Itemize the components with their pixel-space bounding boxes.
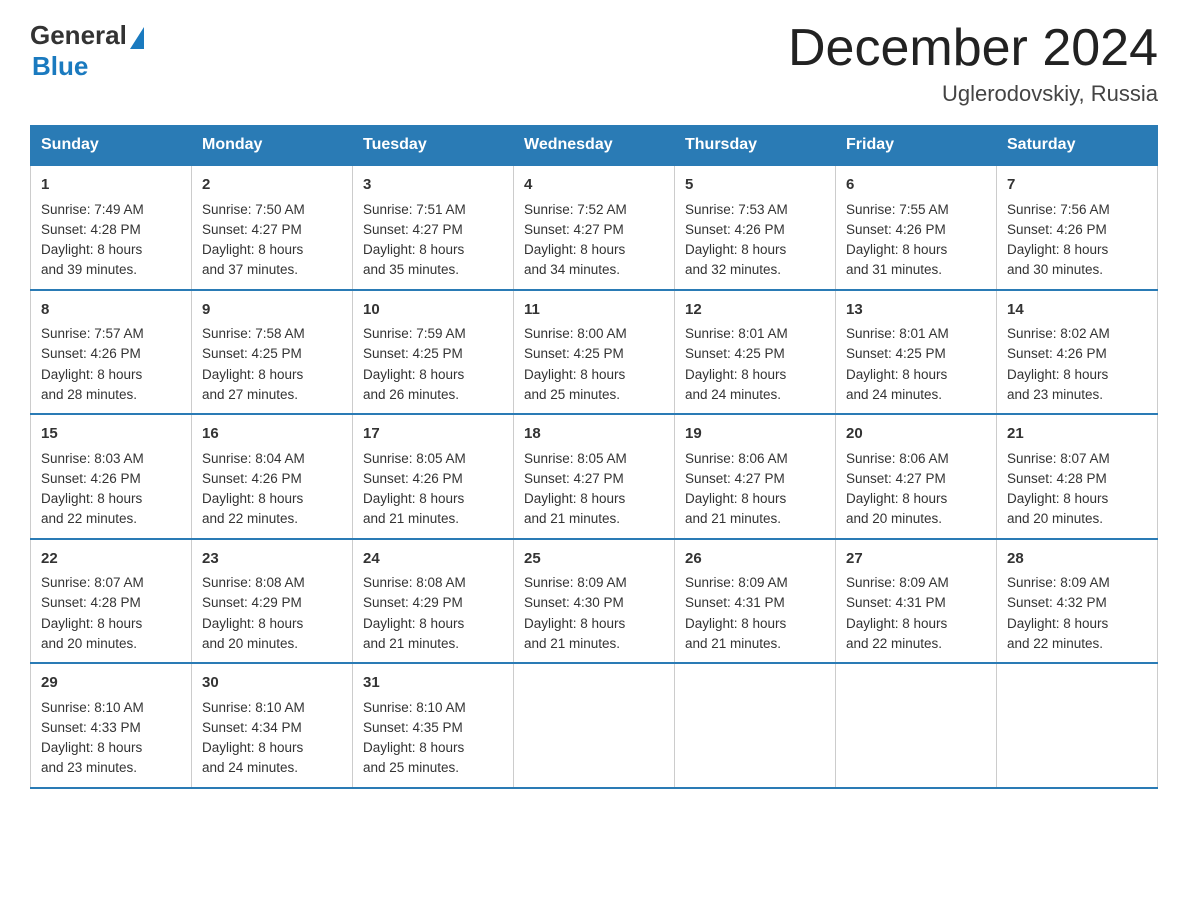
day-number: 3	[363, 174, 503, 197]
calendar-cell: 26Sunrise: 8:09 AMSunset: 4:31 PMDayligh…	[675, 539, 836, 664]
calendar-cell: 7Sunrise: 7:56 AMSunset: 4:26 PMDaylight…	[997, 165, 1158, 290]
calendar-cell: 27Sunrise: 8:09 AMSunset: 4:31 PMDayligh…	[836, 539, 997, 664]
header-thursday: Thursday	[675, 126, 836, 166]
header-sunday: Sunday	[31, 126, 192, 166]
day-number: 31	[363, 672, 503, 695]
calendar-cell	[514, 663, 675, 788]
header-tuesday: Tuesday	[353, 126, 514, 166]
location-text: Uglerodovskiy, Russia	[788, 81, 1158, 107]
calendar-cell: 19Sunrise: 8:06 AMSunset: 4:27 PMDayligh…	[675, 414, 836, 539]
day-number: 11	[524, 299, 664, 322]
day-number: 20	[846, 423, 986, 446]
day-number: 21	[1007, 423, 1147, 446]
calendar-cell: 21Sunrise: 8:07 AMSunset: 4:28 PMDayligh…	[997, 414, 1158, 539]
day-number: 19	[685, 423, 825, 446]
calendar-header-row: SundayMondayTuesdayWednesdayThursdayFrid…	[31, 126, 1158, 166]
header-friday: Friday	[836, 126, 997, 166]
calendar-week-row: 22Sunrise: 8:07 AMSunset: 4:28 PMDayligh…	[31, 539, 1158, 664]
day-number: 1	[41, 174, 181, 197]
day-number: 14	[1007, 299, 1147, 322]
calendar-cell	[836, 663, 997, 788]
calendar-week-row: 8Sunrise: 7:57 AMSunset: 4:26 PMDaylight…	[31, 290, 1158, 415]
day-number: 30	[202, 672, 342, 695]
day-number: 12	[685, 299, 825, 322]
day-number: 26	[685, 548, 825, 571]
calendar-cell: 10Sunrise: 7:59 AMSunset: 4:25 PMDayligh…	[353, 290, 514, 415]
day-number: 15	[41, 423, 181, 446]
calendar-cell: 16Sunrise: 8:04 AMSunset: 4:26 PMDayligh…	[192, 414, 353, 539]
calendar-cell: 9Sunrise: 7:58 AMSunset: 4:25 PMDaylight…	[192, 290, 353, 415]
calendar-cell: 13Sunrise: 8:01 AMSunset: 4:25 PMDayligh…	[836, 290, 997, 415]
calendar-week-row: 29Sunrise: 8:10 AMSunset: 4:33 PMDayligh…	[31, 663, 1158, 788]
calendar-cell: 25Sunrise: 8:09 AMSunset: 4:30 PMDayligh…	[514, 539, 675, 664]
day-number: 24	[363, 548, 503, 571]
calendar-cell: 11Sunrise: 8:00 AMSunset: 4:25 PMDayligh…	[514, 290, 675, 415]
day-number: 10	[363, 299, 503, 322]
logo-general-text: General	[30, 20, 127, 51]
logo: General Blue	[30, 20, 144, 82]
calendar-cell: 30Sunrise: 8:10 AMSunset: 4:34 PMDayligh…	[192, 663, 353, 788]
title-block: December 2024 Uglerodovskiy, Russia	[788, 20, 1158, 107]
calendar-cell: 23Sunrise: 8:08 AMSunset: 4:29 PMDayligh…	[192, 539, 353, 664]
calendar-cell: 17Sunrise: 8:05 AMSunset: 4:26 PMDayligh…	[353, 414, 514, 539]
logo-triangle-icon	[130, 27, 144, 49]
day-number: 17	[363, 423, 503, 446]
calendar-cell: 20Sunrise: 8:06 AMSunset: 4:27 PMDayligh…	[836, 414, 997, 539]
calendar-cell: 1Sunrise: 7:49 AMSunset: 4:28 PMDaylight…	[31, 165, 192, 290]
calendar-cell: 4Sunrise: 7:52 AMSunset: 4:27 PMDaylight…	[514, 165, 675, 290]
calendar-cell: 5Sunrise: 7:53 AMSunset: 4:26 PMDaylight…	[675, 165, 836, 290]
day-number: 8	[41, 299, 181, 322]
day-number: 2	[202, 174, 342, 197]
month-title: December 2024	[788, 20, 1158, 77]
calendar-cell: 31Sunrise: 8:10 AMSunset: 4:35 PMDayligh…	[353, 663, 514, 788]
day-number: 18	[524, 423, 664, 446]
header-saturday: Saturday	[997, 126, 1158, 166]
calendar-cell: 12Sunrise: 8:01 AMSunset: 4:25 PMDayligh…	[675, 290, 836, 415]
calendar-cell	[675, 663, 836, 788]
calendar-cell: 2Sunrise: 7:50 AMSunset: 4:27 PMDaylight…	[192, 165, 353, 290]
day-number: 7	[1007, 174, 1147, 197]
day-number: 9	[202, 299, 342, 322]
calendar-cell: 3Sunrise: 7:51 AMSunset: 4:27 PMDaylight…	[353, 165, 514, 290]
logo-top: General	[30, 20, 144, 51]
calendar-week-row: 1Sunrise: 7:49 AMSunset: 4:28 PMDaylight…	[31, 165, 1158, 290]
day-number: 23	[202, 548, 342, 571]
logo-blue-text: Blue	[32, 51, 88, 82]
calendar-cell: 15Sunrise: 8:03 AMSunset: 4:26 PMDayligh…	[31, 414, 192, 539]
page-header: General Blue December 2024 Uglerodovskiy…	[30, 20, 1158, 107]
calendar-cell: 6Sunrise: 7:55 AMSunset: 4:26 PMDaylight…	[836, 165, 997, 290]
calendar-table: SundayMondayTuesdayWednesdayThursdayFrid…	[30, 125, 1158, 789]
calendar-cell: 18Sunrise: 8:05 AMSunset: 4:27 PMDayligh…	[514, 414, 675, 539]
day-number: 29	[41, 672, 181, 695]
header-wednesday: Wednesday	[514, 126, 675, 166]
day-number: 27	[846, 548, 986, 571]
calendar-week-row: 15Sunrise: 8:03 AMSunset: 4:26 PMDayligh…	[31, 414, 1158, 539]
header-monday: Monday	[192, 126, 353, 166]
calendar-cell: 8Sunrise: 7:57 AMSunset: 4:26 PMDaylight…	[31, 290, 192, 415]
calendar-cell: 28Sunrise: 8:09 AMSunset: 4:32 PMDayligh…	[997, 539, 1158, 664]
calendar-cell: 29Sunrise: 8:10 AMSunset: 4:33 PMDayligh…	[31, 663, 192, 788]
calendar-cell: 22Sunrise: 8:07 AMSunset: 4:28 PMDayligh…	[31, 539, 192, 664]
day-number: 5	[685, 174, 825, 197]
day-number: 6	[846, 174, 986, 197]
calendar-cell: 14Sunrise: 8:02 AMSunset: 4:26 PMDayligh…	[997, 290, 1158, 415]
day-number: 28	[1007, 548, 1147, 571]
day-number: 13	[846, 299, 986, 322]
day-number: 22	[41, 548, 181, 571]
day-number: 16	[202, 423, 342, 446]
calendar-cell	[997, 663, 1158, 788]
calendar-cell: 24Sunrise: 8:08 AMSunset: 4:29 PMDayligh…	[353, 539, 514, 664]
day-number: 25	[524, 548, 664, 571]
day-number: 4	[524, 174, 664, 197]
